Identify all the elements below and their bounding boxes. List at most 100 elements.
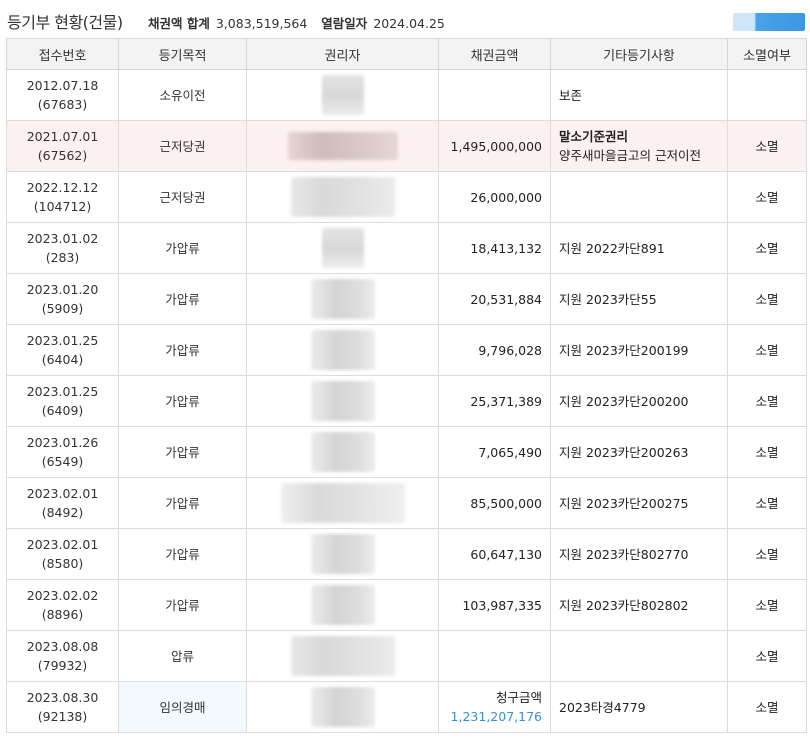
table-row: 2023.02.01 (8492) 가압류 85,500,000 지원 2023카… <box>6 477 807 529</box>
amount-cell: 85,500,000 <box>438 477 551 529</box>
purpose-cell: 근저당권 <box>118 120 247 172</box>
receipt-date: 2023.01.02 <box>26 231 99 246</box>
redacted-holder <box>310 432 375 472</box>
holder-cell <box>246 579 439 631</box>
amount-cell: 103,987,335 <box>438 579 551 631</box>
receipt-date: 2021.07.01 <box>26 129 99 144</box>
holder-cell <box>246 120 439 172</box>
view-toggle[interactable] <box>733 13 805 31</box>
redacted-holder <box>321 228 364 268</box>
purpose-cell: 근저당권 <box>118 171 247 223</box>
amount-cell <box>438 69 551 121</box>
receipt-date: 2023.08.30 <box>26 690 99 705</box>
receipt-cell: 2023.02.01 (8580) <box>6 528 119 580</box>
claim-amount-value: 1,231,207,176 <box>450 709 542 724</box>
status-cell: 소멸 <box>727 528 807 580</box>
etc-cell: 지원 2023카단200200 <box>550 375 728 427</box>
redacted-holder <box>310 279 375 319</box>
redacted-holder <box>321 75 364 115</box>
redacted-holder <box>310 330 375 370</box>
redacted-holder <box>280 483 405 523</box>
receipt-cell: 2023.08.30 (92138) <box>6 681 119 733</box>
redacted-holder <box>287 132 398 160</box>
redacted-holder <box>310 585 375 625</box>
purpose-cell: 가압류 <box>118 324 247 376</box>
amount-cell: 26,000,000 <box>438 171 551 223</box>
table-row: 2023.01.25 (6409) 가압류 25,371,389 지원 2023카… <box>6 375 807 427</box>
status-cell: 소멸 <box>727 120 807 172</box>
receipt-cell: 2023.01.25 (6404) <box>6 324 119 376</box>
purpose-cell: 가압류 <box>118 222 247 274</box>
column-header-amount: 채권금액 <box>438 38 551 70</box>
table-row: 2023.01.26 (6549) 가압류 7,065,490 지원 2023카단… <box>6 426 807 478</box>
receipt-date: 2023.01.25 <box>26 333 99 348</box>
column-header-etc: 기타등기사항 <box>550 38 728 70</box>
receipt-cell: 2022.12.12 (104712) <box>6 171 119 223</box>
purpose-cell: 가압류 <box>118 426 247 478</box>
etc-cell <box>550 171 728 223</box>
status-cell: 소멸 <box>727 171 807 223</box>
receipt-date: 2023.01.26 <box>26 435 99 450</box>
holder-cell <box>246 273 439 325</box>
table-row: 2022.12.12 (104712) 근저당권 26,000,000 소멸 <box>6 171 807 223</box>
receipt-number: (8492) <box>41 505 84 520</box>
receipt-number: (6404) <box>41 352 84 367</box>
etc-cell: 지원 2023카단55 <box>550 273 728 325</box>
status-cell: 소멸 <box>727 477 807 529</box>
purpose-cell: 가압류 <box>118 477 247 529</box>
status-cell: 소멸 <box>727 324 807 376</box>
amount-cell: 청구금액 1,231,207,176 <box>438 681 551 733</box>
holder-cell <box>246 171 439 223</box>
receipt-cell: 2023.02.01 (8492) <box>6 477 119 529</box>
redacted-holder <box>310 381 375 421</box>
etc-cell: 지원 2023카단200199 <box>550 324 728 376</box>
receipt-cell: 2023.08.08 (79932) <box>6 630 119 682</box>
holder-cell <box>246 477 439 529</box>
receipt-date: 2023.01.25 <box>26 384 99 399</box>
etc-cell: 지원 2023카단200263 <box>550 426 728 478</box>
amount-cell: 18,413,132 <box>438 222 551 274</box>
etc-cell: 지원 2023카단802802 <box>550 579 728 631</box>
table-header-row: 접수번호 등기목적 권리자 채권금액 기타등기사항 소멸여부 <box>6 38 807 70</box>
summary-meta: 채권액 합계 3,083,519,564 열람일자 2024.04.25 <box>148 13 455 32</box>
table-row: 2023.02.02 (8896) 가압류 103,987,335 지원 2023… <box>6 579 807 631</box>
amount-cell: 1,495,000,000 <box>438 120 551 172</box>
holder-cell <box>246 681 439 733</box>
receipt-number: (104712) <box>33 199 92 214</box>
column-header-holder: 권리자 <box>246 38 439 70</box>
column-header-status: 소멸여부 <box>727 38 807 70</box>
amount-cell: 60,647,130 <box>438 528 551 580</box>
status-cell <box>727 69 807 121</box>
holder-cell <box>246 426 439 478</box>
receipt-number: (283) <box>45 250 80 265</box>
holder-cell <box>246 324 439 376</box>
date-value: 2024.04.25 <box>373 16 445 31</box>
holder-cell <box>246 375 439 427</box>
status-cell: 소멸 <box>727 426 807 478</box>
sum-label: 채권액 합계 <box>148 16 210 31</box>
receipt-cell: 2023.02.02 (8896) <box>6 579 119 631</box>
amount-cell: 25,371,389 <box>438 375 551 427</box>
receipt-date: 2023.08.08 <box>26 639 99 654</box>
registry-table: 접수번호 등기목적 권리자 채권금액 기타등기사항 소멸여부 2012.07.1… <box>6 38 807 733</box>
receipt-number: (67683) <box>37 97 88 112</box>
receipt-date: 2023.02.01 <box>26 537 99 552</box>
receipt-number: (5909) <box>41 301 84 316</box>
receipt-date: 2012.07.18 <box>26 78 99 93</box>
etc-cell: 말소기준권리 양주새마을금고의 근저이전 <box>550 120 728 172</box>
receipt-number: (6409) <box>41 403 84 418</box>
etc-cell: 2023타경4779 <box>550 681 728 733</box>
claim-amount-label: 청구금액 <box>495 690 542 705</box>
purpose-cell: 가압류 <box>118 528 247 580</box>
receipt-number: (92138) <box>37 709 88 724</box>
page-title: 등기부 현황(건물) <box>7 13 123 32</box>
receipt-date: 2023.02.02 <box>26 588 99 603</box>
table-row: 2023.01.20 (5909) 가압류 20,531,884 지원 2023카… <box>6 273 807 325</box>
status-cell: 소멸 <box>727 681 807 733</box>
table-row: 2023.02.01 (8580) 가압류 60,647,130 지원 2023카… <box>6 528 807 580</box>
table-row-highlighted: 2021.07.01 (67562) 근저당권 1,495,000,000 말소기… <box>6 120 807 172</box>
table-row: 2023.08.30 (92138) 임의경매 청구금액 1,231,207,176… <box>6 681 807 733</box>
sum-value: 3,083,519,564 <box>215 16 308 31</box>
receipt-number: (6549) <box>41 454 84 469</box>
receipt-date: 2022.12.12 <box>26 180 99 195</box>
